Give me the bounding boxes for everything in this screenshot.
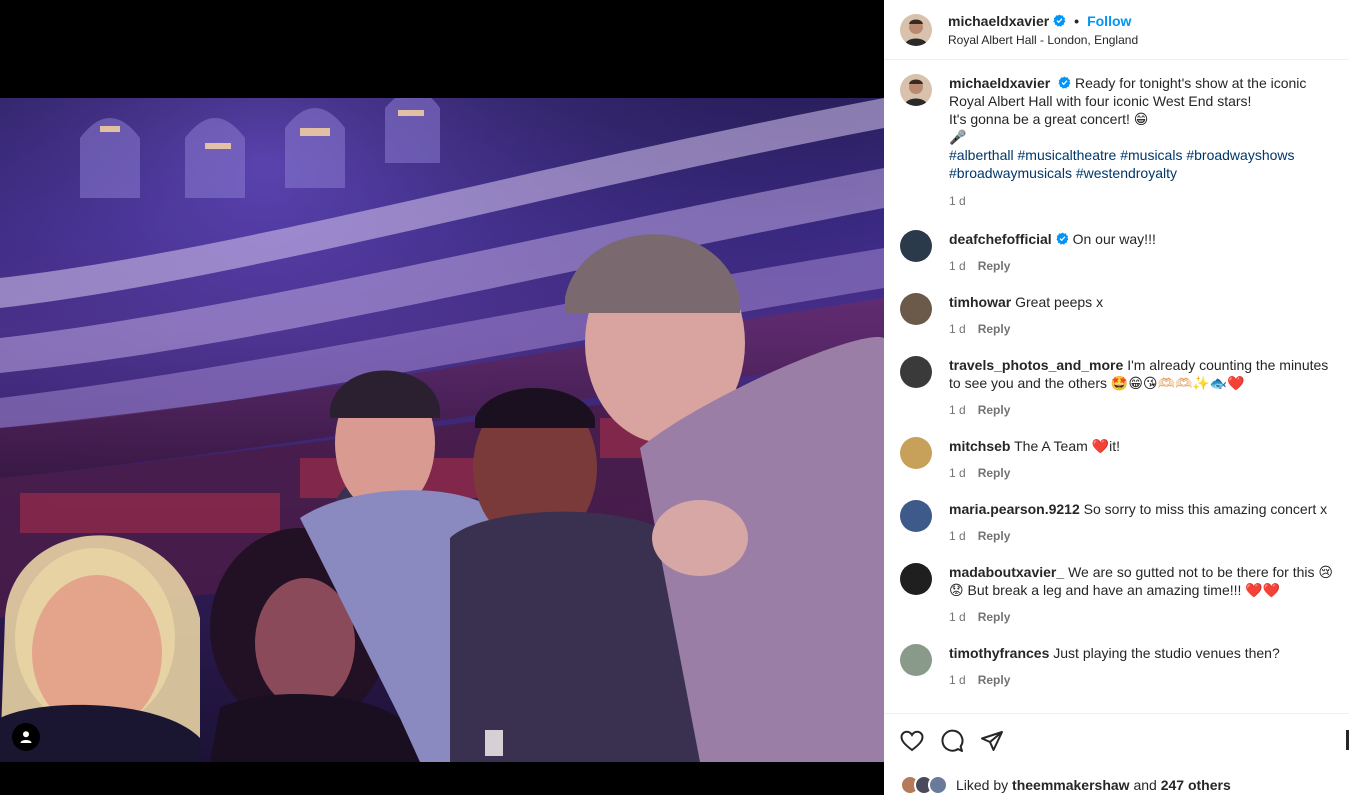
likes-connector: and: [1133, 777, 1157, 793]
comment-text: The A Team ❤️it!: [1014, 438, 1120, 454]
comment-item: maria.pearson.9212 So sorry to miss this…: [900, 500, 1335, 545]
comment-username[interactable]: mitchseb: [949, 438, 1010, 454]
verified-badge-icon: [1056, 232, 1069, 245]
comment-time: 1 d: [949, 610, 966, 624]
comment-item: timothyfrances Just playing the studio v…: [900, 644, 1335, 689]
liker-avatars[interactable]: [900, 775, 948, 795]
caption-time: 1 d: [949, 194, 966, 208]
likes-user[interactable]: theemmakershaw: [1012, 777, 1130, 793]
reply-button[interactable]: Reply: [978, 259, 1011, 273]
comment-time: 1 d: [949, 529, 966, 543]
likes-prefix: Liked by: [956, 777, 1009, 793]
commenter-avatar[interactable]: [900, 230, 932, 262]
comment-text: Just playing the studio venues then?: [1053, 645, 1280, 661]
comment-item: deafchefofficial On our way!!! 1 d Reply: [900, 230, 1335, 275]
reply-button[interactable]: Reply: [978, 466, 1011, 480]
commenter-avatar[interactable]: [900, 356, 932, 388]
comment-item: mitchseb The A Team ❤️it! 1 d Reply: [900, 437, 1335, 482]
comment-username[interactable]: deafchefofficial: [949, 231, 1052, 247]
comments-list[interactable]: michaeldxavier Ready for tonight's show …: [884, 60, 1349, 713]
comment-time: 1 d: [949, 403, 966, 417]
reply-button[interactable]: Reply: [978, 529, 1011, 543]
comment-username[interactable]: timothyfrances: [949, 645, 1049, 661]
photo-illustration: [0, 98, 884, 762]
separator-dot: •: [1074, 12, 1080, 29]
comment-username[interactable]: timhowar: [949, 294, 1011, 310]
commenter-avatar[interactable]: [900, 293, 932, 325]
verified-badge-icon: [1058, 76, 1071, 89]
reply-button[interactable]: Reply: [978, 403, 1011, 417]
post-photo[interactable]: [0, 98, 884, 762]
comment-item: madaboutxavier_ We are so gutted not to …: [900, 563, 1335, 626]
author-username[interactable]: michaeldxavier: [948, 13, 1049, 29]
commenter-avatar[interactable]: [900, 437, 932, 469]
comment-username[interactable]: maria.pearson.9212: [949, 501, 1080, 517]
post-media: [0, 0, 884, 795]
comment-text: Great peeps x: [1015, 294, 1104, 310]
commenter-avatar[interactable]: [900, 644, 932, 676]
liker-avatar: [928, 775, 948, 795]
commenter-avatar[interactable]: [900, 500, 932, 532]
comment-username[interactable]: travels_photos_and_more: [949, 357, 1123, 373]
heart-icon[interactable]: [900, 729, 924, 753]
comment-bubble-icon[interactable]: [940, 729, 964, 753]
post-location[interactable]: Royal Albert Hall - London, England: [948, 33, 1138, 47]
post-header: michaeldxavier • Follow Royal Albert Hal…: [884, 0, 1349, 60]
caption-hashtags[interactable]: #alberthall #musicaltheatre #musicals #b…: [949, 146, 1335, 182]
caption-line: It's gonna be a great concert! 😁: [949, 111, 1149, 127]
verified-badge-icon: [1053, 14, 1066, 27]
comment-item: travels_photos_and_more I'm already coun…: [900, 356, 1335, 419]
user-tag-icon[interactable]: [12, 723, 40, 751]
caption-emoji: 🎤: [949, 129, 967, 145]
author-avatar[interactable]: [900, 74, 932, 106]
author-avatar[interactable]: [900, 13, 932, 46]
post-actions: Liked by theemmakershaw and 247 others: [884, 713, 1349, 795]
post-viewer: michaeldxavier • Follow Royal Albert Hal…: [0, 0, 1349, 795]
post-details-panel: michaeldxavier • Follow Royal Albert Hal…: [884, 0, 1349, 795]
caption-username[interactable]: michaeldxavier: [949, 75, 1050, 91]
comment-time: 1 d: [949, 466, 966, 480]
paper-plane-icon[interactable]: [980, 729, 1004, 753]
comment-time: 1 d: [949, 322, 966, 336]
comment-time: 1 d: [949, 673, 966, 687]
comment-username[interactable]: madaboutxavier_: [949, 564, 1064, 580]
comment-item: timhowar Great peeps x 1 d Reply: [900, 293, 1335, 338]
reply-button[interactable]: Reply: [978, 322, 1011, 336]
comment-text: So sorry to miss this amazing concert x: [1083, 501, 1328, 517]
likes-summary: Liked by theemmakershaw and 247 others: [900, 775, 1333, 795]
follow-button[interactable]: Follow: [1087, 13, 1131, 29]
reply-button[interactable]: Reply: [978, 610, 1011, 624]
comment-text: On our way!!!: [1072, 231, 1156, 247]
commenter-avatar[interactable]: [900, 563, 932, 595]
caption: michaeldxavier Ready for tonight's show …: [900, 74, 1335, 210]
comment-time: 1 d: [949, 259, 966, 273]
likes-others[interactable]: 247 others: [1161, 777, 1231, 793]
reply-button[interactable]: Reply: [978, 673, 1011, 687]
